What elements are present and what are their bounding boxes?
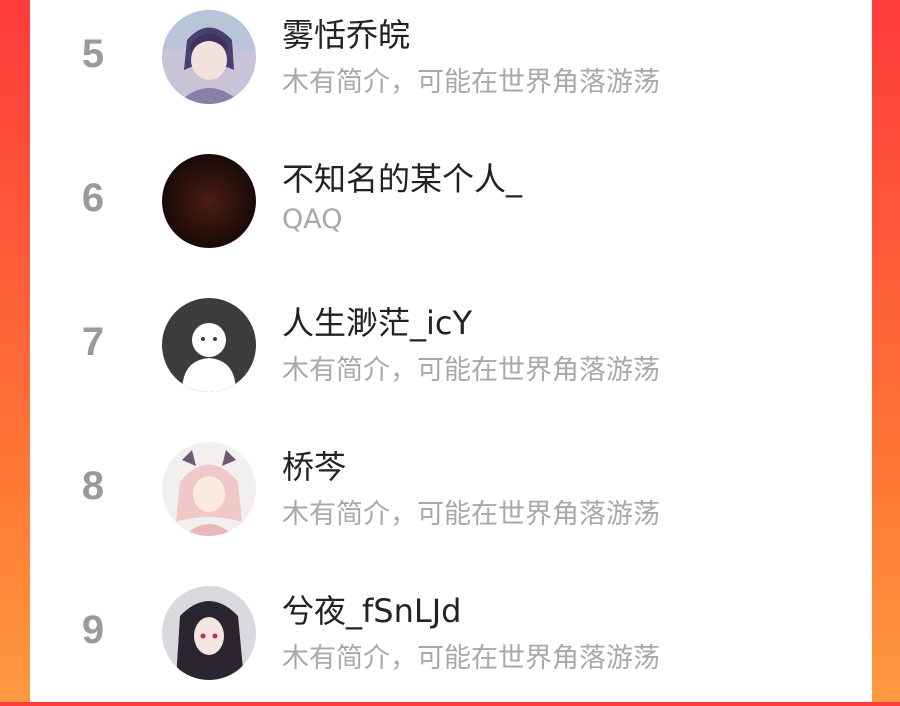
avatar[interactable]	[162, 442, 256, 536]
list-item[interactable]: 5 雾恬乔皖 木有简介，可能在世界角落游荡	[30, 0, 872, 130]
user-name[interactable]: 雾恬乔皖	[282, 10, 410, 56]
list-item[interactable]: 9 兮夜_fSnLJd 木有简介，可能在世界角落游荡	[30, 576, 872, 706]
user-bio: 木有简介，可能在世界角落游荡	[282, 643, 660, 674]
user-name[interactable]: 桥芩	[282, 442, 346, 488]
anime-dark-hair-avatar-icon	[162, 586, 256, 680]
rank-number: 6	[81, 176, 105, 220]
user-bio: 木有简介，可能在世界角落游荡	[282, 67, 660, 98]
user-bio: 木有简介，可能在世界角落游荡	[282, 499, 660, 530]
user-bio: 木有简介，可能在世界角落游荡	[282, 355, 660, 386]
dark-brown-avatar-icon	[162, 154, 256, 248]
list-item[interactable]: 8 桥芩 木有简介，可能在世界角落游荡	[30, 432, 872, 562]
avatar[interactable]	[162, 586, 256, 680]
rank-number: 8	[81, 464, 105, 508]
rank-number: 9	[81, 608, 105, 652]
rank-number: 7	[81, 320, 105, 364]
default-ghost-avatar-icon	[162, 298, 256, 392]
anime-pink-hair-avatar-icon	[162, 442, 256, 536]
anime-girl-purple-avatar-icon	[162, 10, 256, 104]
list-item[interactable]: 6 不知名的某个人_ QAQ	[30, 144, 872, 274]
list-item[interactable]: 7 人生渺茫_icY 木有简介，可能在世界角落游荡	[30, 288, 872, 418]
avatar[interactable]	[162, 154, 256, 248]
user-name[interactable]: 不知名的某个人_	[282, 154, 522, 200]
user-name[interactable]: 兮夜_fSnLJd	[282, 586, 461, 632]
user-name[interactable]: 人生渺茫_icY	[282, 298, 472, 344]
user-bio: QAQ	[282, 204, 343, 235]
ranking-list-panel: 5 雾恬乔皖 木有简介，可能在世界角落游荡 6 不知名的某个人_ QAQ 7 人…	[30, 0, 872, 702]
rank-number: 5	[81, 32, 105, 76]
avatar[interactable]	[162, 298, 256, 392]
avatar[interactable]	[162, 10, 256, 104]
